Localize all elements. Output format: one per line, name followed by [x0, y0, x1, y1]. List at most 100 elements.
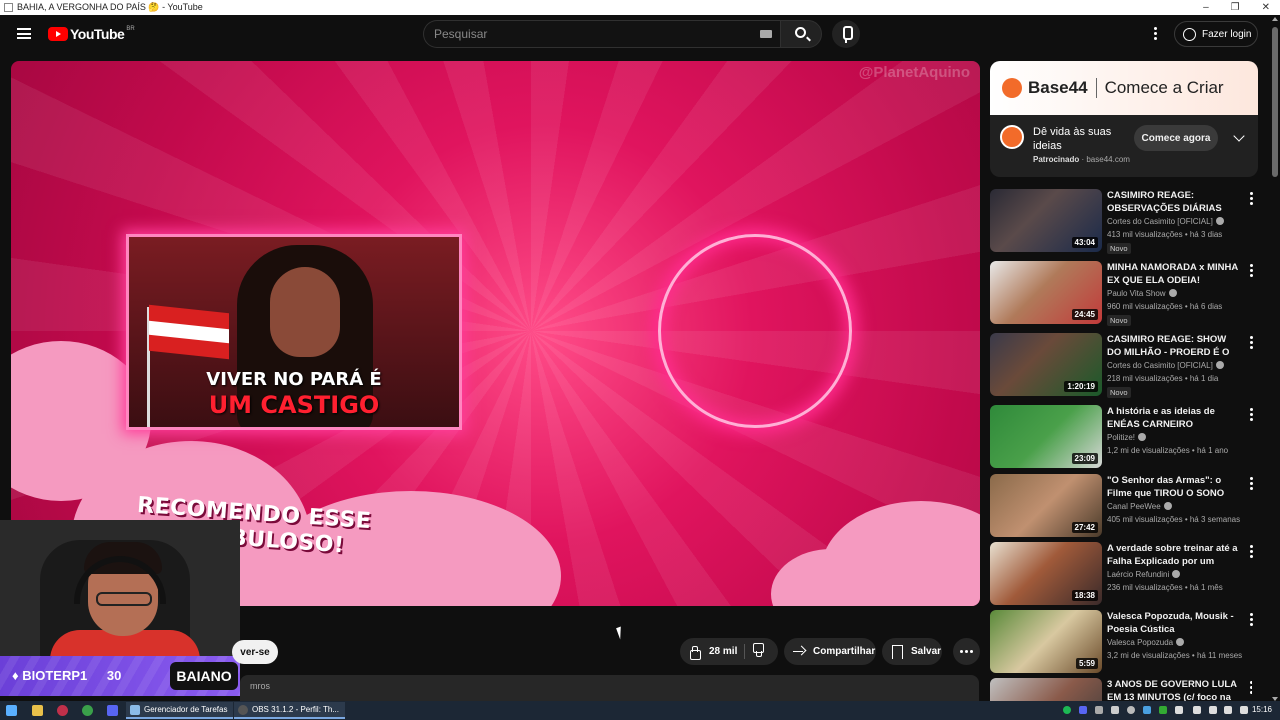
thumbs-up-icon [688, 645, 702, 660]
video-title[interactable]: Valesca Popozuda, Mousik - Poesia Cústic… [1107, 610, 1239, 636]
video-title[interactable]: 3 ANOS DE GOVERNO LULA EM 13 MINUTOS (c/… [1107, 678, 1239, 701]
video-title[interactable]: A verdade sobre treinar até a Falha Expl… [1107, 542, 1239, 568]
discord-tray-icon [1079, 706, 1087, 714]
ad-text: Dê vida às suas ideias [1033, 126, 1112, 152]
more-horiz-icon [960, 650, 973, 653]
video-menu-icon[interactable] [1250, 336, 1253, 351]
video-thumbnail[interactable]: 24:45 [990, 261, 1102, 324]
keyboard-icon[interactable] [760, 30, 772, 38]
video-meta: 405 mil visualizações • há 3 semanas [1107, 515, 1241, 524]
sub-count: 30 [106, 668, 122, 683]
sponsored-label: Patrocinado [1033, 155, 1080, 164]
tray-icon [1159, 706, 1167, 714]
tray-icon [1143, 706, 1151, 714]
more-actions-button[interactable] [953, 638, 980, 665]
recommended-video[interactable]: 5:59 Valesca Popozuda, Mousik - Poesia C… [990, 610, 1253, 674]
channel-name[interactable]: Laércio Refundini [1107, 570, 1181, 579]
video-menu-icon[interactable] [1250, 545, 1253, 560]
video-menu-icon[interactable] [1250, 192, 1253, 207]
taskbar-obs[interactable]: OBS 31.1.2 - Perfil: Th... [234, 702, 345, 719]
scroll-up-icon[interactable] [1272, 17, 1278, 21]
ad-banner[interactable]: Base44 Comece a Criar [990, 61, 1258, 115]
page-scrollbar[interactable] [1270, 15, 1280, 703]
close-button[interactable]: ✕ [1262, 2, 1270, 13]
file-explorer-icon[interactable] [32, 705, 43, 716]
chevron-down-icon[interactable] [1233, 130, 1245, 142]
save-button[interactable]: Salvar [882, 638, 942, 665]
video-title[interactable]: "O Senhor das Armas": o Filme que TIROU … [1107, 474, 1239, 500]
video-thumbnail[interactable]: 1:20:19 [990, 333, 1102, 396]
like-button[interactable]: 28 mil [680, 638, 778, 665]
recommended-video[interactable]: 18:38 A verdade sobre treinar até a Falh… [990, 542, 1253, 606]
video-duration: 24:45 [1071, 309, 1098, 320]
video-title[interactable]: CASIMIRO REAGE: OBSERVAÇÕES DIÁRIAS (EP.… [1107, 189, 1239, 215]
video-menu-icon[interactable] [1250, 264, 1253, 279]
youtube-logo[interactable]: YouTube BR [48, 26, 135, 42]
recommended-video[interactable]: 23:09 A história e as ideias de ENÉAS CA… [990, 405, 1253, 469]
channel-name[interactable]: Cortes do Casimito [OFICIAL] [1107, 217, 1224, 226]
description-box[interactable]: mros [240, 675, 979, 701]
video-duration: 1:20:19 [1064, 381, 1098, 392]
video-meta: 413 mil visualizações • há 3 dias [1107, 230, 1223, 239]
dislike-icon[interactable] [752, 644, 766, 658]
video-menu-icon[interactable] [1250, 477, 1253, 492]
restore-button[interactable]: ❐ [1231, 2, 1240, 13]
spotify-icon [1063, 706, 1071, 714]
recommended-video[interactable]: 24:45 MINHA NAMORADA x MINHA EX QUE ELA … [990, 261, 1253, 326]
share-icon [792, 645, 806, 659]
sponsored-ad-card[interactable]: Base44 Comece a Criar Dê vida às suas id… [990, 61, 1258, 177]
video-title[interactable]: MINHA NAMORADA x MINHA EX QUE ELA ODEIA! [1107, 261, 1239, 287]
search-input[interactable]: Pesquisar [423, 20, 780, 48]
video-menu-icon[interactable] [1250, 613, 1253, 628]
video-title[interactable]: A história e as ideias de ENÉAS CARNEIRO [1107, 405, 1239, 431]
channel-watermark: @PlanetAquino [858, 64, 970, 81]
video-duration: 23:09 [1071, 453, 1098, 464]
scrollbar-thumb[interactable] [1272, 27, 1278, 177]
channel-name[interactable]: Canal PeeWee [1107, 502, 1172, 511]
video-thumbnail[interactable]: 18:38 [990, 542, 1102, 605]
share-button[interactable]: Compartilhar [784, 638, 876, 665]
search-button[interactable] [780, 20, 822, 48]
video-thumbnail[interactable]: 27:42 [990, 474, 1102, 537]
share-label: Compartilhar [813, 646, 876, 657]
recommended-video[interactable]: 3 ANOS DE GOVERNO LULA EM 13 MINUTOS (c/… [990, 678, 1252, 701]
country-code: BR [126, 26, 135, 32]
recommended-video[interactable]: 1:20:19 CASIMIRO REAGE: SHOW DO MILHÃO -… [990, 333, 1253, 398]
channel-name[interactable]: Valesca Popozuda [1107, 638, 1185, 647]
channel-name[interactable]: Politize! [1107, 433, 1147, 442]
task-label: OBS 31.1.2 - Perfil: Th... [252, 705, 339, 714]
taskbar-task-manager[interactable]: Gerenciador de Tarefas [126, 702, 234, 719]
video-menu-icon[interactable] [1250, 408, 1253, 423]
video-menu-icon[interactable] [1250, 681, 1252, 696]
channel-name[interactable]: Cortes do Casimito [OFICIAL] [1107, 361, 1224, 370]
minimize-button[interactable]: – [1203, 2, 1209, 13]
verified-icon [1172, 570, 1181, 578]
chrome-icon[interactable] [82, 705, 93, 716]
discord-icon[interactable] [107, 705, 118, 716]
video-thumbnail[interactable]: 23:09 [990, 405, 1102, 468]
sign-in-button[interactable]: Fazer login [1174, 21, 1258, 47]
sub-username: ♦ BIOTERP1 [12, 668, 88, 683]
app-icon[interactable] [57, 705, 68, 716]
verified-icon [1138, 433, 1147, 441]
channel-name[interactable]: Paulo Vita Show [1107, 289, 1177, 298]
like-count: 28 mil [709, 646, 738, 657]
start-icon[interactable] [6, 705, 17, 716]
base44-logo-icon [1002, 78, 1022, 98]
video-thumbnail[interactable] [990, 678, 1102, 701]
tray-icon [1095, 706, 1103, 714]
video-meta: 218 mil visualizações • há 1 dia [1107, 374, 1219, 383]
taskbar-clock[interactable]: 15:16 [1252, 705, 1272, 714]
ad-cta-button[interactable]: Comece agora [1134, 125, 1218, 151]
window-titlebar: BAHIA, A VERGONHA DO PAÍS 🤔 - YouTube – … [0, 0, 1280, 15]
voice-search-icon[interactable] [832, 20, 860, 48]
recommended-video[interactable]: 43:04 CASIMIRO REAGE: OBSERVAÇÕES DIÁRIA… [990, 189, 1253, 254]
sub-user: ♦ BIOTERP1 30 [12, 668, 121, 683]
subscribe-button[interactable]: ver-se [232, 640, 278, 664]
recommended-video[interactable]: 27:42 "O Senhor das Armas": o Filme que … [990, 474, 1253, 538]
video-thumbnail[interactable]: 5:59 [990, 610, 1102, 673]
video-title[interactable]: CASIMIRO REAGE: SHOW DO MILHÃO - PROERD … [1107, 333, 1239, 359]
video-thumbnail[interactable]: 43:04 [990, 189, 1102, 252]
settings-kebab-icon[interactable] [1154, 27, 1158, 41]
menu-icon[interactable] [17, 28, 31, 39]
